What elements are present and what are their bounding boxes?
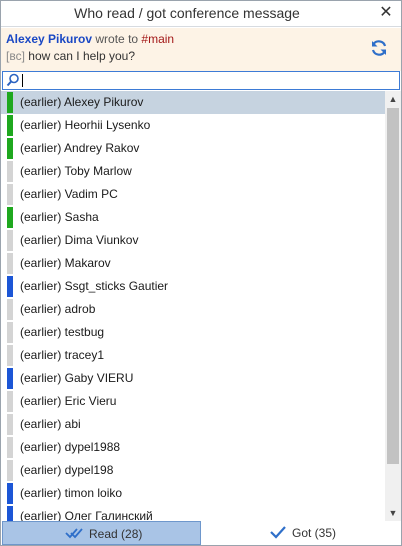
status-indicator (7, 299, 13, 320)
status-indicator (7, 115, 13, 136)
list-item-label: (earlier) Heorhii Lysenko (20, 118, 151, 132)
list-item-label: (earlier) Makarov (20, 256, 111, 270)
title-bar: Who read / got conference message ✕ (1, 1, 401, 27)
message-channel[interactable]: #main (141, 32, 174, 46)
status-indicator (7, 345, 13, 366)
list-item-label: (earlier) tracey1 (20, 348, 105, 362)
list-item[interactable]: (earlier) Heorhii Lysenko (1, 114, 385, 137)
search-input[interactable] (21, 73, 393, 88)
tab-got-label: Got (35) (292, 526, 337, 540)
list-item[interactable]: (earlier) Sasha (1, 206, 385, 229)
list-item[interactable]: (earlier) Alexey Pikurov (1, 91, 385, 114)
conference-readers-window: Who read / got conference message ✕ Alex… (0, 0, 402, 546)
close-icon[interactable]: ✕ (377, 4, 395, 22)
list-item[interactable]: (earlier) Ssgt_sticks Gautier (1, 275, 385, 298)
double-check-icon (65, 528, 83, 539)
list-item[interactable]: (earlier) dypel198 (1, 459, 385, 482)
status-indicator (7, 230, 13, 251)
status-indicator (7, 391, 13, 412)
status-indicator (7, 460, 13, 481)
message-wrote-label: wrote to (95, 32, 139, 46)
status-indicator (7, 253, 13, 274)
user-list: (earlier) Alexey Pikurov (earlier) Heorhi… (1, 91, 385, 521)
list-item[interactable]: (earlier) timon loiko (1, 482, 385, 505)
list-item-label: (earlier) Vadim PC (20, 187, 118, 201)
list-item-label: (earlier) Eric Vieru (20, 394, 117, 408)
message-sender[interactable]: Alexey Pikurov (6, 32, 92, 46)
list-item-label: (earlier) adrob (20, 302, 96, 316)
status-indicator (7, 161, 13, 182)
tab-bar: Read (28) Got (35) (1, 521, 401, 545)
status-indicator (7, 506, 13, 521)
status-indicator (7, 92, 13, 113)
list-item-label: (earlier) testbug (20, 325, 105, 339)
scroll-thumb[interactable] (387, 108, 399, 464)
message-header: Alexey Pikurov wrote to #main (6, 32, 174, 46)
message-body: [вс] how can I help you? (6, 49, 135, 63)
list-item[interactable]: (earlier) abi (1, 413, 385, 436)
tab-got[interactable]: Got (35) (201, 521, 401, 545)
list-item[interactable]: (earlier) Олег Галинский (1, 505, 385, 521)
list-item-label: (earlier) Alexey Pikurov (20, 95, 144, 109)
list-item[interactable]: (earlier) Toby Marlow (1, 160, 385, 183)
status-indicator (7, 138, 13, 159)
list-item[interactable]: (earlier) Eric Vieru (1, 390, 385, 413)
status-indicator (7, 276, 13, 297)
refresh-icon[interactable] (369, 38, 389, 58)
list-item-label: (earlier) Toby Marlow (20, 164, 132, 178)
list-item-label: (earlier) dypel198 (20, 463, 114, 477)
status-indicator (7, 414, 13, 435)
list-item[interactable]: (earlier) Gaby VIERU (1, 367, 385, 390)
list-item[interactable]: (earlier) Vadim PC (1, 183, 385, 206)
message-text: how can I help you? (28, 49, 136, 63)
list-item-label: (earlier) abi (20, 417, 81, 431)
search-bar (2, 71, 400, 90)
status-indicator (7, 437, 13, 458)
list-item[interactable]: (earlier) Andrey Rakov (1, 137, 385, 160)
list-item-label: (earlier) timon loiko (20, 486, 123, 500)
list-item-label: (earlier) Олег Галинский (20, 509, 153, 521)
list-item[interactable]: (earlier) dypel1988 (1, 436, 385, 459)
message-preview: Alexey Pikurov wrote to #main [вс] how c… (1, 28, 401, 71)
list-item-label: (earlier) Sasha (20, 210, 99, 224)
list-item-label: (earlier) Dima Viunkov (20, 233, 139, 247)
list-scrollbar[interactable]: ▲ ▼ (385, 91, 401, 521)
list-item-label: (earlier) Andrey Rakov (20, 141, 140, 155)
window-title: Who read / got conference message (74, 5, 300, 21)
check-icon (270, 526, 286, 539)
status-indicator (7, 483, 13, 504)
scroll-up-arrow-icon[interactable]: ▲ (385, 91, 401, 107)
list-item[interactable]: (earlier) Dima Viunkov (1, 229, 385, 252)
list-item[interactable]: (earlier) Makarov (1, 252, 385, 275)
search-icon (6, 73, 19, 87)
scroll-down-arrow-icon[interactable]: ▼ (385, 505, 401, 521)
message-tag: [вс] (6, 49, 25, 63)
list-item[interactable]: (earlier) testbug (1, 321, 385, 344)
list-item[interactable]: (earlier) adrob (1, 298, 385, 321)
tab-read[interactable]: Read (28) (2, 521, 201, 545)
status-indicator (7, 368, 13, 389)
text-caret (22, 74, 23, 87)
status-indicator (7, 184, 13, 205)
tab-read-label: Read (28) (89, 527, 143, 541)
list-item-label: (earlier) Ssgt_sticks Gautier (20, 279, 169, 293)
list-item-label: (earlier) dypel1988 (20, 440, 121, 454)
status-indicator (7, 322, 13, 343)
status-indicator (7, 207, 13, 228)
list-item-label: (earlier) Gaby VIERU (20, 371, 134, 385)
list-item[interactable]: (earlier) tracey1 (1, 344, 385, 367)
